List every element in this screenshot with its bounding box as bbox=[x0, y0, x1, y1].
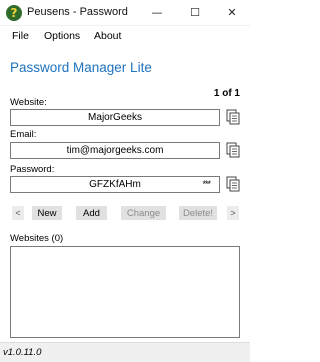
password-label: Password: bbox=[10, 164, 55, 175]
email-label: Email: bbox=[10, 129, 37, 140]
window-title: Peusens - Password Ma... bbox=[27, 6, 131, 18]
delete-button[interactable]: Delete! bbox=[179, 206, 217, 220]
websites-list[interactable] bbox=[10, 246, 240, 338]
minimize-button[interactable]: — bbox=[138, 0, 176, 26]
title-bar: Peusens - Password Ma... — ☐ ✕ bbox=[0, 0, 250, 26]
app-title: Password Manager Lite bbox=[10, 60, 152, 75]
copy-password-icon[interactable] bbox=[226, 176, 240, 192]
next-button[interactable]: > bbox=[227, 206, 239, 220]
change-button[interactable]: Change bbox=[121, 206, 166, 220]
status-bar: v1.0.11.0 bbox=[0, 342, 250, 362]
copy-website-icon[interactable] bbox=[226, 109, 240, 125]
copy-email-icon[interactable] bbox=[226, 142, 240, 158]
maximize-button[interactable]: ☐ bbox=[176, 0, 214, 26]
password-visibility-toggle[interactable]: *** bbox=[202, 177, 210, 192]
email-field[interactable]: tim@majorgeeks.com bbox=[10, 142, 220, 159]
record-counter: 1 of 1 bbox=[213, 88, 240, 99]
menu-options[interactable]: Options bbox=[44, 30, 80, 42]
previous-button[interactable]: < bbox=[12, 206, 24, 220]
password-field[interactable]: GFZKfAHm *** bbox=[10, 176, 220, 193]
password-value: GFZKfAHm bbox=[89, 179, 141, 190]
new-button[interactable]: New bbox=[32, 206, 62, 220]
add-button[interactable]: Add bbox=[76, 206, 107, 220]
website-field[interactable]: MajorGeeks bbox=[10, 109, 220, 126]
websites-label: Websites (0) bbox=[10, 233, 64, 244]
website-label: Website: bbox=[10, 97, 47, 108]
close-button[interactable]: ✕ bbox=[214, 0, 250, 26]
menu-bar: File Options About bbox=[0, 26, 250, 46]
app-question-icon bbox=[6, 5, 22, 21]
menu-about[interactable]: About bbox=[94, 30, 121, 42]
menu-file[interactable]: File bbox=[12, 30, 29, 42]
version-label: v1.0.11.0 bbox=[3, 347, 42, 358]
